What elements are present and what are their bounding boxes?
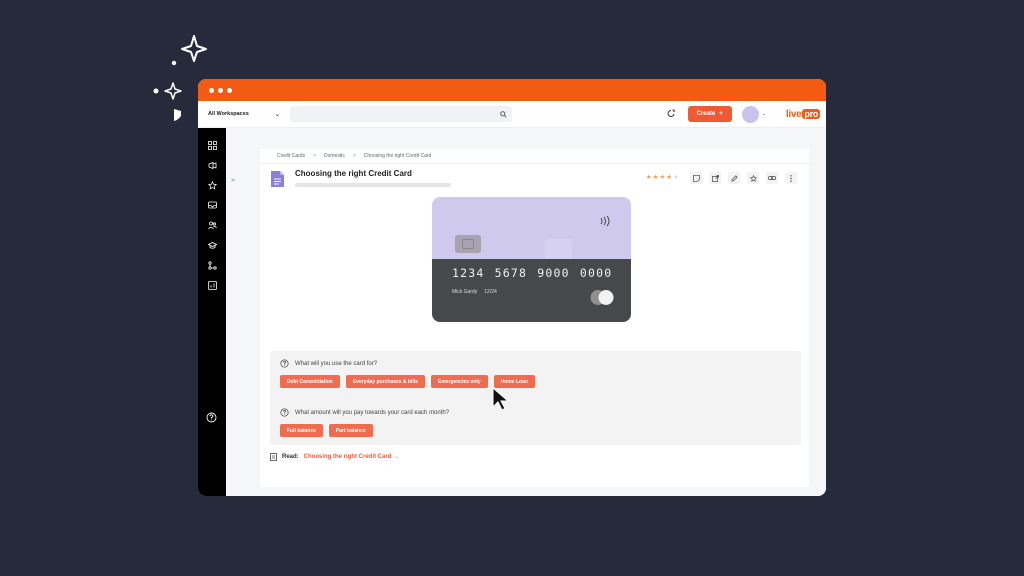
question-2: What amount will you pay towards your ca… <box>280 408 449 417</box>
question-text: What will you use the card for? <box>295 360 378 367</box>
option-everyday-purchases[interactable]: Everyday purchases & bills <box>345 375 425 388</box>
create-button[interactable]: Create + <box>687 106 732 122</box>
edit-icon[interactable] <box>728 172 740 184</box>
question-1: What will you use the card for? <box>280 359 377 368</box>
option-debt-consolidation[interactable]: Debt Consolidation <box>280 375 340 388</box>
read-label: Read: <box>282 454 299 460</box>
share-icon[interactable] <box>709 172 721 184</box>
breadcrumb-item[interactable]: Domestic <box>324 153 345 159</box>
star-icon[interactable]: ★ <box>660 174 666 182</box>
workspace-label: All Workspaces <box>208 111 249 117</box>
link-icon[interactable] <box>766 172 778 184</box>
create-button-label: Create <box>696 111 716 117</box>
card-chip <box>455 235 481 253</box>
window-dot[interactable] <box>209 87 214 93</box>
window-dot[interactable] <box>218 87 223 93</box>
inbox-icon[interactable] <box>207 200 218 211</box>
chevron-down-icon: ⌄ <box>274 111 280 118</box>
question-2-options: Full balance Part balance <box>280 424 373 437</box>
window-titlebar <box>198 79 826 101</box>
article-panel: Credit Cards > Domestic > Choosing the r… <box>260 149 809 487</box>
report-icon[interactable] <box>207 280 218 291</box>
page-title: Choosing the right Credit Card <box>295 169 412 178</box>
avatar[interactable] <box>741 105 759 123</box>
image-placeholder-icon <box>545 239 572 261</box>
rating-stars[interactable]: ★ ★ ★ ★ ★ <box>646 174 679 182</box>
question-icon <box>280 359 289 368</box>
read-link-row: Read: Choosing the right Credit Card → <box>270 453 399 461</box>
guided-questions: What will you use the card for? Debt Con… <box>270 351 801 445</box>
help-icon[interactable] <box>206 412 217 423</box>
top-bar: All Workspaces ⌄ Create + ⌄ live pro <box>198 101 826 128</box>
card-holder-info: Mick Gardy 12/24 <box>452 289 497 295</box>
expand-icon[interactable]: » <box>231 177 235 184</box>
megaphone-icon[interactable] <box>207 160 218 171</box>
card-number: 1234 5678 9000 0000 <box>452 266 613 280</box>
title-placeholder-bar <box>295 183 451 187</box>
contactless-icon <box>600 215 610 227</box>
more-icon[interactable] <box>785 172 797 184</box>
sidebar-collapse-panel: » <box>226 128 260 496</box>
left-sidebar <box>198 128 226 496</box>
article-toolbar: ★ ★ ★ ★ ★ <box>646 172 797 184</box>
notifications-icon[interactable] <box>664 107 678 121</box>
window-dot[interactable] <box>227 87 232 93</box>
star-icon[interactable] <box>207 180 218 191</box>
card-expiry: 12/24 <box>484 289 497 295</box>
breadcrumb: Credit Cards > Domestic > Choosing the r… <box>277 153 431 159</box>
grid-icon[interactable] <box>207 140 218 151</box>
search-icon <box>500 110 507 118</box>
document-icon <box>271 171 284 187</box>
workflow-icon[interactable] <box>207 260 218 271</box>
star-icon[interactable]: ★ <box>646 174 652 182</box>
breadcrumb-divider <box>260 163 809 164</box>
star-icon[interactable]: ★ <box>673 174 679 182</box>
main-area: Credit Cards > Domestic > Choosing the r… <box>260 128 826 496</box>
breadcrumb-separator: > <box>313 153 316 159</box>
breadcrumb-item[interactable]: Choosing the right Credit Card <box>364 153 432 159</box>
star-icon[interactable]: ★ <box>666 174 672 182</box>
sticky-note-icon[interactable] <box>690 172 702 184</box>
chevron-down-icon[interactable]: ⌄ <box>762 111 766 117</box>
breadcrumb-item[interactable]: Credit Cards <box>277 153 305 159</box>
mouse-cursor-icon <box>492 387 510 411</box>
app-window: All Workspaces ⌄ Create + ⌄ live pro » C… <box>198 79 826 496</box>
article-icon <box>270 453 277 461</box>
breadcrumb-separator: > <box>352 153 356 159</box>
option-part-balance[interactable]: Part balance <box>328 424 373 437</box>
graduation-cap-icon[interactable] <box>207 240 218 251</box>
favorite-icon[interactable] <box>747 172 759 184</box>
card-holder: Mick Gardy <box>452 289 478 295</box>
question-text: What amount will you pay towards your ca… <box>295 409 450 416</box>
star-icon[interactable]: ★ <box>653 174 659 182</box>
workspace-selector[interactable]: All Workspaces ⌄ <box>208 111 282 118</box>
credit-card-illustration: 1234 5678 9000 0000 Mick Gardy 12/24 <box>432 197 631 322</box>
users-icon[interactable] <box>207 220 218 231</box>
option-full-balance[interactable]: Full balance <box>280 424 323 437</box>
option-emergencies-only[interactable]: Emergencies only <box>430 375 488 388</box>
read-article-link[interactable]: Choosing the right Credit Card → <box>304 454 399 460</box>
search-input[interactable] <box>290 106 512 122</box>
card-brand-icon <box>590 290 614 305</box>
livepro-logo: live pro <box>785 108 820 120</box>
question-icon <box>280 408 289 417</box>
plus-icon: + <box>719 111 723 117</box>
